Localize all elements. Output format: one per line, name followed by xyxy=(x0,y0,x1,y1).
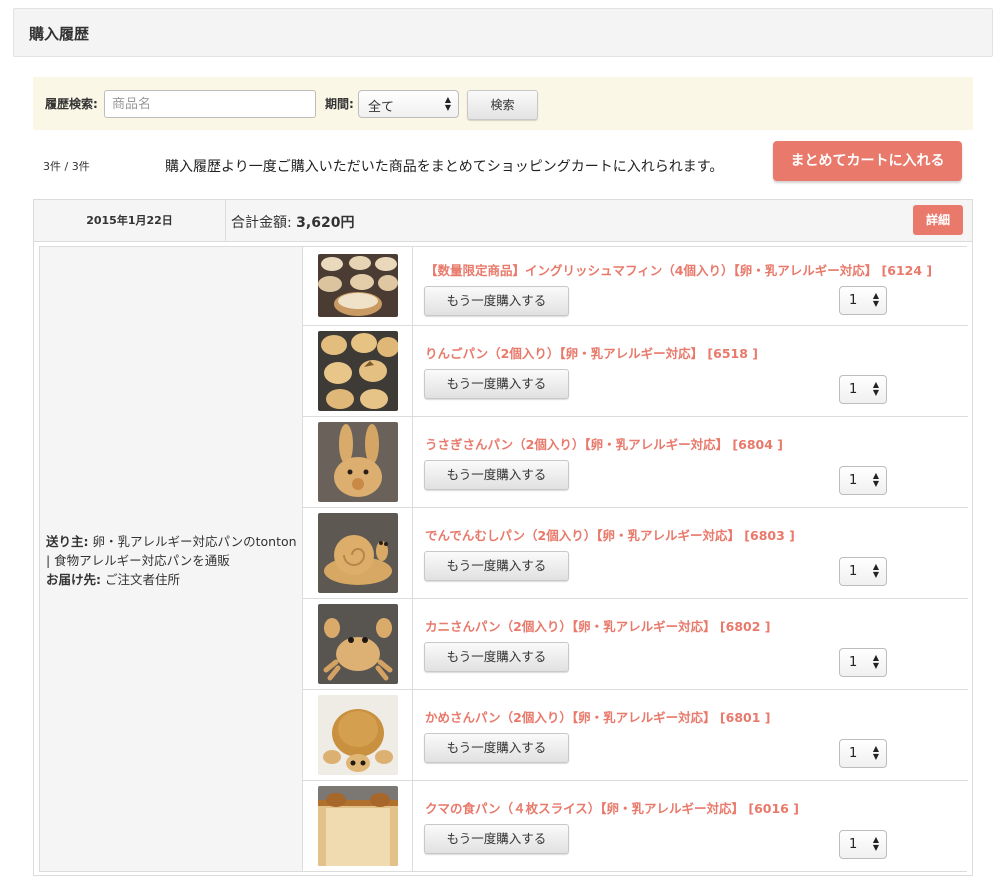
page-header: 購入履歴 xyxy=(13,8,993,57)
delivery-label: お届け先: xyxy=(46,572,101,587)
delivery-line: お届け先: ご注文者住所 xyxy=(46,570,301,589)
order-total: 合計金額: 3,620円 xyxy=(231,212,354,232)
quantity-select[interactable]: 1 ▲ ▼ xyxy=(839,830,887,859)
order-body: 送り主: 卵・乳アレルギー対応パンのtonton | 食物アレルギー対応パンを通… xyxy=(39,246,968,872)
item-name-link[interactable]: うさぎさんパン（2個入り）【卵・乳アレルギー対応】 [6804 ] xyxy=(425,434,783,453)
select-arrows-icon: ▲ ▼ xyxy=(872,562,879,579)
quantity-value: 1 xyxy=(849,293,858,308)
select-arrows-icon: ▲ ▼ xyxy=(872,744,879,761)
turtle-bread-photo[interactable] xyxy=(318,695,398,775)
quantity-select[interactable]: 1 ▲ ▼ xyxy=(839,557,887,586)
order-item: カニさんパン（2個入り）【卵・乳アレルギー対応】 [6802 ] もう一度購入す… xyxy=(303,599,968,690)
quantity-select[interactable]: 1 ▲ ▼ xyxy=(839,375,887,404)
select-arrows-icon: ▲ ▼ xyxy=(872,835,879,852)
order-total-label: 合計金額: xyxy=(231,215,292,231)
item-name-link[interactable]: カニさんパン（2個入り）【卵・乳アレルギー対応】 [6802 ] xyxy=(425,616,771,635)
add-all-to-cart-button[interactable]: まとめてカートに入れる xyxy=(773,141,962,181)
buy-again-button[interactable]: もう一度購入する xyxy=(424,369,569,399)
quantity-select[interactable]: 1 ▲ ▼ xyxy=(839,286,887,315)
order-item: でんでんむしパン（2個入り）【卵・乳アレルギー対応】 [6803 ] もう一度購… xyxy=(303,508,968,599)
order-items-list: 【数量限定商品】イングリッシュマフィン（4個入り）【卵・乳アレルギー対応】 [6… xyxy=(302,247,968,871)
order-block: 2015年1月22日 合計金額: 3,620円 詳細 送り主: 卵・乳アレルギー… xyxy=(33,199,973,876)
item-name-link[interactable]: かめさんパン（2個入り）【卵・乳アレルギー対応】 [6801 ] xyxy=(425,707,771,726)
buy-again-button[interactable]: もう一度購入する xyxy=(424,824,569,854)
select-arrows-icon: ▲ ▼ xyxy=(872,291,879,308)
search-button[interactable]: 検索 xyxy=(467,90,538,120)
quantity-value: 1 xyxy=(849,837,858,852)
select-arrows-icon: ▲ ▼ xyxy=(872,653,879,670)
order-item: 【数量限定商品】イングリッシュマフィン（4個入り）【卵・乳アレルギー対応】 [6… xyxy=(303,247,968,326)
select-arrows-icon: ▲ ▼ xyxy=(444,95,451,112)
item-name-link[interactable]: 【数量限定商品】イングリッシュマフィン（4個入り）【卵・乳アレルギー対応】 [6… xyxy=(425,260,932,279)
delivery-value: ご注文者住所 xyxy=(104,572,180,587)
shipping-info: 送り主: 卵・乳アレルギー対応パンのtonton | 食物アレルギー対応パンを通… xyxy=(46,532,301,589)
item-name-link[interactable]: クマの食パン（４枚スライス）【卵・乳アレルギー対応】 [6016 ] xyxy=(425,798,799,817)
page-title: 購入履歴 xyxy=(29,25,90,43)
sender-line: 送り主: 卵・乳アレルギー対応パンのtonton | 食物アレルギー対応パンを通… xyxy=(46,532,301,570)
buy-again-button[interactable]: もう一度購入する xyxy=(424,733,569,763)
quantity-value: 1 xyxy=(849,655,858,670)
quantity-select[interactable]: 1 ▲ ▼ xyxy=(839,739,887,768)
item-name-link[interactable]: りんごパン（2個入り）【卵・乳アレルギー対応】 [6518 ] xyxy=(425,343,758,362)
order-item: クマの食パン（４枚スライス）【卵・乳アレルギー対応】 [6016 ] もう一度購… xyxy=(303,781,968,871)
select-arrows-icon: ▲ ▼ xyxy=(872,471,879,488)
search-panel: 履歴検索: 期間: 全て ▲▼ 検索 xyxy=(33,77,973,130)
order-item: かめさんパン（2個入り）【卵・乳アレルギー対応】 [6801 ] もう一度購入す… xyxy=(303,690,968,781)
select-arrows-icon: ▲ ▼ xyxy=(872,380,879,397)
order-total-value: 3,620円 xyxy=(296,215,355,231)
item-name-link[interactable]: でんでんむしパン（2個入り）【卵・乳アレルギー対応】 [6803 ] xyxy=(425,525,795,544)
order-item: うさぎさんパン（2個入り）【卵・乳アレルギー対応】 [6804 ] もう一度購入… xyxy=(303,417,968,508)
period-label: 期間: xyxy=(325,97,354,111)
bear-loaf-photo[interactable] xyxy=(318,786,398,866)
order-header: 2015年1月22日 合計金額: 3,620円 詳細 xyxy=(34,200,972,242)
buy-again-button[interactable]: もう一度購入する xyxy=(424,286,569,316)
order-item: りんごパン（2個入り）【卵・乳アレルギー対応】 [6518 ] もう一度購入する… xyxy=(303,326,968,417)
quantity-value: 1 xyxy=(849,382,858,397)
apple-bread-photo[interactable] xyxy=(318,331,398,411)
buy-again-button[interactable]: もう一度購入する xyxy=(424,642,569,672)
buy-again-button[interactable]: もう一度購入する xyxy=(424,551,569,581)
quantity-value: 1 xyxy=(849,746,858,761)
history-search-label: 履歴検索: xyxy=(45,97,98,111)
bulk-cart-message: 購入履歴より一度ご購入いただいた商品をまとめてショッピングカートに入れられます。 xyxy=(165,159,724,175)
result-count: 3件 / 3件 xyxy=(43,160,90,173)
snail-bread-photo[interactable] xyxy=(318,513,398,593)
quantity-value: 1 xyxy=(849,473,858,488)
sender-label: 送り主: xyxy=(46,534,89,549)
quantity-select[interactable]: 1 ▲ ▼ xyxy=(839,466,887,495)
quantity-select[interactable]: 1 ▲ ▼ xyxy=(839,648,887,677)
period-selected-value: 全て xyxy=(368,100,395,115)
product-name-search-input[interactable] xyxy=(104,90,316,118)
period-select[interactable]: 全て ▲ ▼ xyxy=(358,90,459,118)
order-date: 2015年1月22日 xyxy=(34,200,226,241)
buy-again-button[interactable]: もう一度購入する xyxy=(424,460,569,490)
order-detail-button[interactable]: 詳細 xyxy=(913,205,963,235)
crab-bread-photo[interactable] xyxy=(318,604,398,684)
english-muffin-photo[interactable] xyxy=(318,254,398,317)
quantity-value: 1 xyxy=(849,564,858,579)
rabbit-bread-photo[interactable] xyxy=(318,422,398,502)
